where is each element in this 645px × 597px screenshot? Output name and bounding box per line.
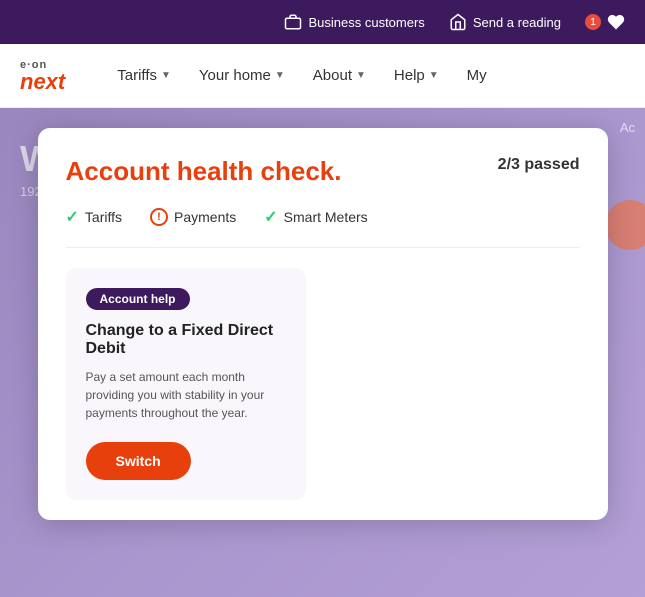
check-payments-label: Payments (174, 209, 236, 225)
modal-header: Account health check. 2/3 passed (66, 156, 580, 187)
modal-score: 2/3 passed (498, 156, 580, 174)
tariffs-chevron-icon: ▼ (161, 70, 171, 81)
business-customers-link[interactable]: Business customers (284, 13, 424, 31)
business-customers-label: Business customers (308, 15, 424, 30)
briefcase-icon (284, 13, 302, 31)
send-reading-label: Send a reading (473, 15, 561, 30)
check-tariffs: ✓ Tariffs (66, 207, 123, 227)
nav-my[interactable]: My (455, 59, 499, 92)
nav-items: Tariffs ▼ Your home ▼ About ▼ Help ▼ My (105, 59, 625, 92)
nav-your-home[interactable]: Your home ▼ (187, 59, 297, 92)
meter-icon (449, 13, 467, 31)
check-tariffs-label: Tariffs (85, 209, 122, 225)
check-smart-meters-label: Smart Meters (284, 209, 368, 225)
modal-overlay: Account health check. 2/3 passed ✓ Tarif… (0, 108, 645, 597)
heart-icon (607, 13, 625, 31)
card-title: Change to a Fixed Direct Debit (86, 322, 286, 358)
card-badge: Account help (86, 288, 190, 310)
account-health-modal: Account health check. 2/3 passed ✓ Tarif… (38, 128, 608, 520)
check-payments: ! Payments (150, 208, 236, 226)
help-chevron-icon: ▼ (429, 70, 439, 81)
check-smart-meters: ✓ Smart Meters (264, 207, 367, 227)
nav-bar: e·on next Tariffs ▼ Your home ▼ About ▼ … (0, 44, 645, 108)
check-warn-icon: ! (150, 208, 168, 226)
notification-badge: 1 (585, 14, 601, 30)
modal-title: Account health check. (66, 156, 342, 187)
nav-help[interactable]: Help ▼ (382, 59, 451, 92)
send-reading-link[interactable]: Send a reading (449, 13, 561, 31)
nav-about[interactable]: About ▼ (301, 59, 378, 92)
card-description: Pay a set amount each month providing yo… (86, 368, 286, 422)
logo-next: next (20, 71, 65, 93)
logo[interactable]: e·on next (20, 59, 65, 93)
check-pass-icon-2: ✓ (264, 207, 277, 227)
check-pass-icon: ✓ (66, 207, 79, 227)
your-home-chevron-icon: ▼ (275, 70, 285, 81)
nav-tariffs[interactable]: Tariffs ▼ (105, 59, 183, 92)
notifications-link[interactable]: 1 (585, 13, 625, 31)
modal-divider (66, 247, 580, 248)
modal-checks: ✓ Tariffs ! Payments ✓ Smart Meters (66, 207, 580, 227)
top-bar: Business customers Send a reading 1 (0, 0, 645, 44)
account-help-card: Account help Change to a Fixed Direct De… (66, 268, 306, 500)
switch-button[interactable]: Switch (86, 442, 191, 480)
about-chevron-icon: ▼ (356, 70, 366, 81)
